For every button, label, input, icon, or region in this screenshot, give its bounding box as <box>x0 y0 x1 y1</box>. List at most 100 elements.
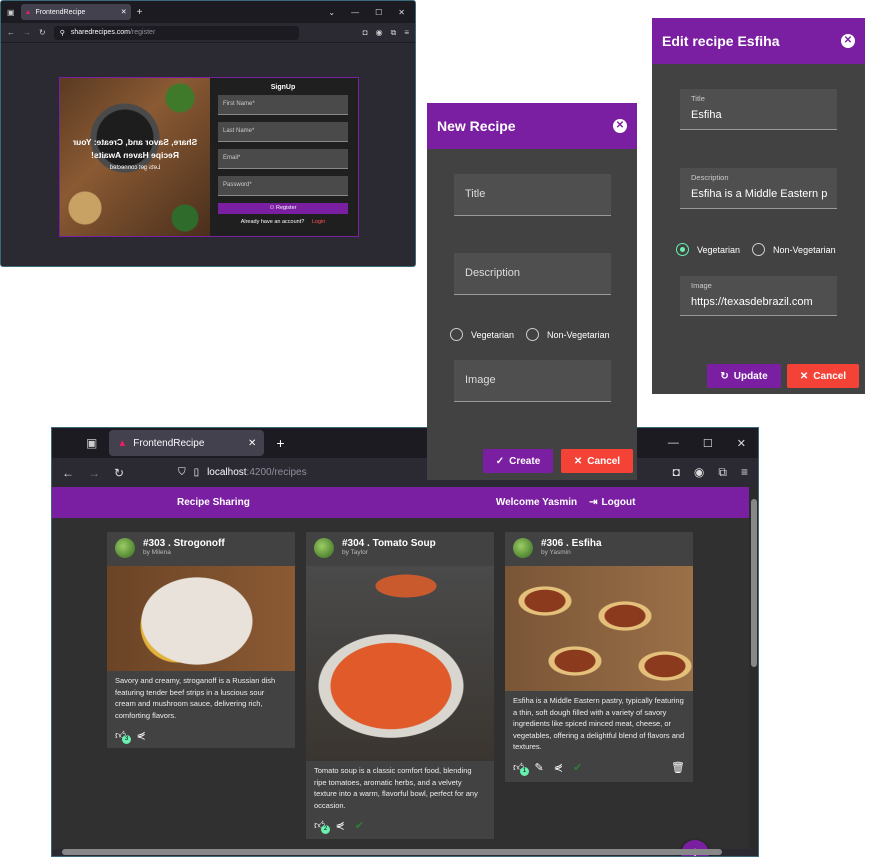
cancel-label: Cancel <box>813 370 847 382</box>
avatar <box>314 538 334 558</box>
share-icon[interactable]: ⋞ <box>137 729 146 742</box>
title-input[interactable]: Title <box>454 174 611 216</box>
close-icon[interactable]: ✕ <box>841 34 855 48</box>
pocket-icon[interactable]: ◘ <box>673 465 680 480</box>
avatar <box>513 538 533 558</box>
cancel-button[interactable]: ✕ Cancel <box>561 449 633 473</box>
first-name-field[interactable]: First Name* <box>218 95 348 115</box>
image-value: https://texasdebrazil.com <box>691 296 813 308</box>
recipe-title: #306 . Esfiha <box>541 538 602 549</box>
app-brand[interactable]: Recipe Sharing <box>177 497 250 508</box>
account-icon[interactable]: ◉ <box>376 28 383 38</box>
menu-icon[interactable]: ≡ <box>404 28 409 38</box>
dialog-title: Edit recipe Esfiha <box>662 33 780 49</box>
vegetarian-radio[interactable] <box>450 328 463 341</box>
description-input[interactable]: Description <box>454 253 611 295</box>
non-vegetarian-radio[interactable] <box>752 243 766 256</box>
close-icon[interactable]: ✕ <box>613 119 627 133</box>
extensions-icon[interactable]: ⧉ <box>718 465 727 480</box>
check-icon: ✓ <box>495 455 505 467</box>
maximize-icon[interactable]: ☐ <box>703 437 713 450</box>
share-icon[interactable]: ⋞ <box>554 761 563 774</box>
hero-subtext: Lets get connected <box>109 165 161 171</box>
angular-logo-icon: ▲ <box>24 8 32 16</box>
description-placeholder: Description <box>465 267 521 279</box>
horizontal-scrollbar[interactable] <box>62 849 722 855</box>
title-input[interactable]: Title Esfiha <box>680 89 837 130</box>
signup-title: SignUp <box>270 84 296 91</box>
add-user-icon: ⚇ <box>269 205 275 211</box>
close-tab-icon[interactable]: ✕ <box>121 8 127 16</box>
browser-tab[interactable]: ▲ FrontendRecipe ✕ <box>20 4 131 20</box>
image-input[interactable]: Image https://texasdebrazil.com <box>680 276 837 316</box>
reload-icon[interactable]: ↻ <box>39 28 46 37</box>
logout-button[interactable]: ⇥ Logout <box>589 497 635 508</box>
recipe-description: Esfiha is a Middle Eastern pastry, typic… <box>513 696 685 751</box>
url-path: /register <box>129 29 156 36</box>
extensions-icon[interactable]: ⧉ <box>391 28 397 38</box>
menu-icon[interactable]: ≡ <box>741 465 748 480</box>
close-tab-icon[interactable]: ✕ <box>248 438 256 449</box>
minimize-icon[interactable]: — <box>668 437 679 450</box>
password-field[interactable]: Password* <box>218 176 348 196</box>
edit-recipe-dialog: Edit recipe Esfiha ✕ Title Esfiha Descri… <box>652 18 865 394</box>
share-icon[interactable]: ⋞ <box>336 819 345 832</box>
non-vegetarian-radio[interactable] <box>526 328 540 341</box>
dialog-header: New Recipe ✕ <box>427 103 637 149</box>
recipe-image <box>107 566 295 671</box>
account-icon[interactable]: ◉ <box>694 465 704 480</box>
vertical-scrollbar[interactable] <box>749 487 758 849</box>
forward-icon[interactable]: → <box>88 466 100 480</box>
close-window-icon[interactable]: ✕ <box>737 437 746 450</box>
cancel-button[interactable]: ✕ Cancel <box>787 364 859 388</box>
app-header: Recipe Sharing Welcome Yasmin ⇥ Logout <box>52 487 749 518</box>
recipe-author: by Milena <box>143 549 171 556</box>
like-count-badge: 3 <box>122 735 131 744</box>
back-icon[interactable]: ← <box>7 28 15 37</box>
email-field[interactable]: Email* <box>218 149 348 169</box>
vegetarian-label: Vegetarian <box>471 329 515 340</box>
pocket-icon[interactable]: ◘ <box>363 28 368 38</box>
close-window-icon[interactable]: ✕ <box>398 8 405 17</box>
signup-form: SignUp First Name* Last Name* Email* Pas… <box>210 78 358 236</box>
nav-bar: ← → ↻ ⛉ ▯ localhost:4200/recipes ◘ ◉ ⧉ ≡ <box>52 458 758 487</box>
recipes-browser-window: ▣ ▲ FrontendRecipe ✕ + — ☐ ✕ ← → ↻ ⛉ ▯ l… <box>51 427 759 857</box>
address-bar[interactable]: ⚲ sharedrecipes.com/register <box>53 25 299 40</box>
register-button[interactable]: ⚇ Register <box>218 203 348 214</box>
vegetarian-radio[interactable] <box>676 243 689 256</box>
non-vegetarian-label: Non-Vegetarian <box>773 244 836 255</box>
description-input[interactable]: Description Esfiha is a Middle Eastern p… <box>680 168 837 209</box>
create-button[interactable]: ✓ Create <box>483 449 553 473</box>
nav-bar: ← → ↻ ⚲ sharedrecipes.com/register ◘ ◉ ⧉… <box>1 23 415 43</box>
recipe-author: by Taylor <box>342 549 368 556</box>
url-host: sharedrecipes.com <box>70 29 130 36</box>
forward-icon[interactable]: → <box>23 28 31 37</box>
minimize-icon[interactable]: — <box>351 8 359 17</box>
recipe-title: #304 . Tomato Soup <box>342 538 436 549</box>
vegetarian-check-icon: ✔ <box>572 761 583 774</box>
new-tab-icon[interactable]: + <box>276 435 284 451</box>
tab-title: FrontendRecipe <box>35 8 86 16</box>
tab-overview-icon[interactable]: ▣ <box>86 436 97 450</box>
tab-title: FrontendRecipe <box>133 437 205 449</box>
update-button[interactable]: ↻ Update <box>707 364 781 388</box>
reload-icon[interactable]: ↻ <box>114 466 124 480</box>
page-icon: ▯ <box>193 467 200 478</box>
last-name-field[interactable]: Last Name* <box>218 122 348 142</box>
recipe-card: #306 . Esfiha by Yasmin Esfiha is a Midd… <box>505 532 693 782</box>
kitchen-photo: Share, Savor and, Create: Your Recipe Ha… <box>60 78 210 236</box>
back-icon[interactable]: ← <box>62 466 74 480</box>
address-bar[interactable]: ⛉ ▯ localhost:4200/recipes <box>178 467 307 478</box>
new-tab-icon[interactable]: + <box>137 7 143 18</box>
login-link[interactable]: Login <box>312 219 325 225</box>
recipe-title: #303 . Strogonoff <box>143 538 225 549</box>
browser-tab[interactable]: ▲ FrontendRecipe ✕ <box>109 430 265 456</box>
delete-icon[interactable]: 🗑︎ <box>671 761 685 774</box>
maximize-icon[interactable]: ☐ <box>375 8 382 17</box>
tab-list-icon[interactable]: ⌄ <box>328 8 335 17</box>
angular-logo-icon: ▲ <box>117 437 128 449</box>
image-input[interactable]: Image <box>454 360 611 402</box>
tab-overview-icon[interactable]: ▣ <box>7 8 15 17</box>
url-path: :4200/recipes <box>246 467 307 478</box>
edit-icon[interactable]: ✎ <box>535 761 544 774</box>
